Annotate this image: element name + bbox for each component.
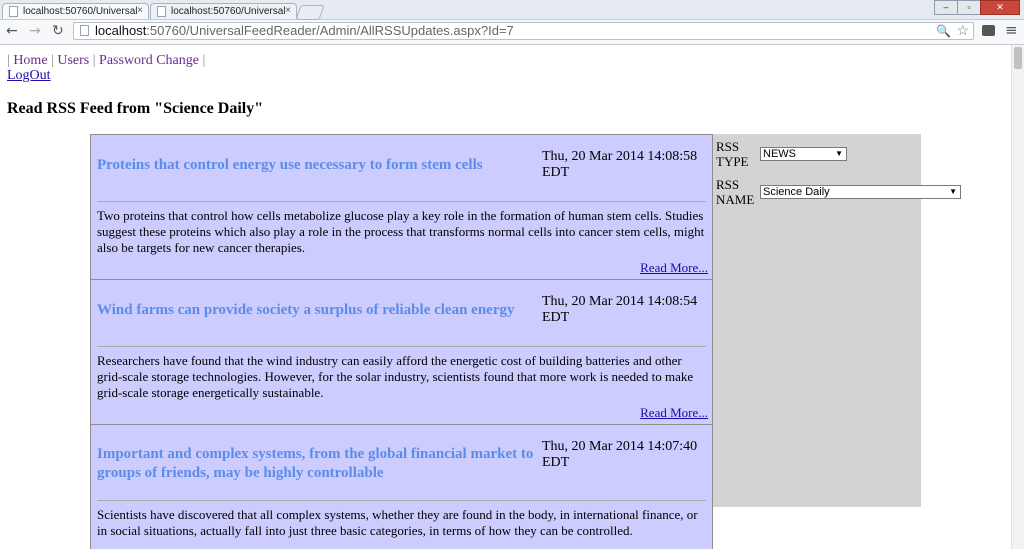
rss-name-select[interactable]: Science Daily ▼	[760, 185, 961, 199]
page-title: Read RSS Feed from "Science Daily"	[7, 100, 264, 117]
new-tab-button[interactable]	[295, 5, 325, 20]
page-icon	[9, 6, 18, 17]
chevron-down-icon: ▼	[835, 149, 843, 158]
read-more-link[interactable]: Read More...	[640, 260, 708, 276]
reload-icon[interactable]: ↻	[52, 23, 64, 39]
zoom-icon[interactable]: 🔍	[936, 23, 951, 39]
forward-icon[interactable]: →	[29, 23, 41, 39]
menu-icon[interactable]: ≡	[1005, 21, 1018, 39]
page-viewport: | Home | Users | Password Change | LogOu…	[0, 45, 1011, 549]
browser-tab-1[interactable]: localhost:50760/Universal ×	[2, 3, 149, 19]
divider	[97, 201, 706, 202]
nav-link-home[interactable]: Home	[13, 53, 47, 68]
rss-type-select[interactable]: NEWS ▼	[760, 147, 847, 161]
feed-item-description: Scientists have discovered that all comp…	[97, 507, 698, 538]
read-more-link[interactable]: Read More...	[640, 405, 708, 421]
page-scrollbar[interactable]	[1011, 45, 1024, 549]
feed-item-description: Researchers have found that the wind ind…	[97, 353, 694, 400]
page-icon	[157, 6, 166, 17]
feed-item: Proteins that control energy use necessa…	[91, 135, 712, 280]
feed-list: Proteins that control energy use necessa…	[90, 134, 713, 549]
divider	[97, 346, 706, 347]
window-close-icon[interactable]: ✕	[980, 0, 1020, 15]
url-text: localhost:50760/UniversalFeedReader/Admi…	[95, 23, 514, 38]
address-bar[interactable]: localhost:50760/UniversalFeedReader/Admi…	[73, 22, 974, 40]
rss-type-label: RSS TYPE	[716, 139, 749, 169]
bookmark-star-icon[interactable]: ☆	[956, 22, 969, 38]
chevron-down-icon: ▼	[949, 187, 957, 196]
tab-title: localhost:50760/Universal	[171, 6, 286, 17]
logout-link[interactable]: LogOut	[7, 68, 51, 84]
feed-item: Important and complex systems, from the …	[91, 425, 712, 549]
feed-item-description: Two proteins that control how cells meta…	[97, 208, 705, 255]
feed-item-title: Important and complex systems, from the …	[97, 446, 534, 481]
feed-item-title: Wind farms can provide society a surplus…	[97, 302, 515, 318]
browser-tab-2[interactable]: localhost:50760/Universal ×	[150, 3, 297, 19]
page-icon	[80, 25, 89, 36]
tab-title: localhost:50760/Universal	[23, 6, 138, 17]
site-nav: | Home | Users | Password Change |	[7, 53, 206, 68]
browser-tab-bar: localhost:50760/Universal × localhost:50…	[0, 0, 1024, 20]
rss-name-value: Science Daily	[763, 186, 830, 198]
window-controls: – ▫ ✕	[934, 0, 1020, 15]
tab-close-icon[interactable]: ×	[137, 5, 143, 16]
nav-link-password-change[interactable]: Password Change	[99, 53, 199, 68]
browser-toolbar: ← → ↻ localhost:50760/UniversalFeedReade…	[0, 20, 1024, 45]
feed-item-date: Thu, 20 Mar 2014 14:08:54 EDT	[542, 294, 698, 325]
back-icon[interactable]: ←	[6, 23, 18, 39]
extension-icon[interactable]	[982, 25, 995, 36]
minimize-icon[interactable]: –	[934, 0, 958, 15]
maximize-icon[interactable]: ▫	[957, 0, 981, 15]
tab-close-icon[interactable]: ×	[285, 5, 291, 16]
feed-item-date: Thu, 20 Mar 2014 14:08:58 EDT	[542, 149, 698, 180]
scrollbar-thumb[interactable]	[1014, 47, 1022, 69]
divider	[97, 500, 706, 501]
feed-item-title: Proteins that control energy use necessa…	[97, 157, 483, 173]
rss-name-label: RSS NAME	[716, 177, 755, 207]
feed-filter-panel: RSS TYPE NEWS ▼ RSS NAME Science Daily ▼	[713, 134, 961, 507]
rss-type-value: NEWS	[763, 148, 796, 160]
feed-item-date: Thu, 20 Mar 2014 14:07:40 EDT	[542, 439, 698, 470]
nav-link-users[interactable]: Users	[57, 53, 89, 68]
feed-item: Wind farms can provide society a surplus…	[91, 280, 712, 425]
